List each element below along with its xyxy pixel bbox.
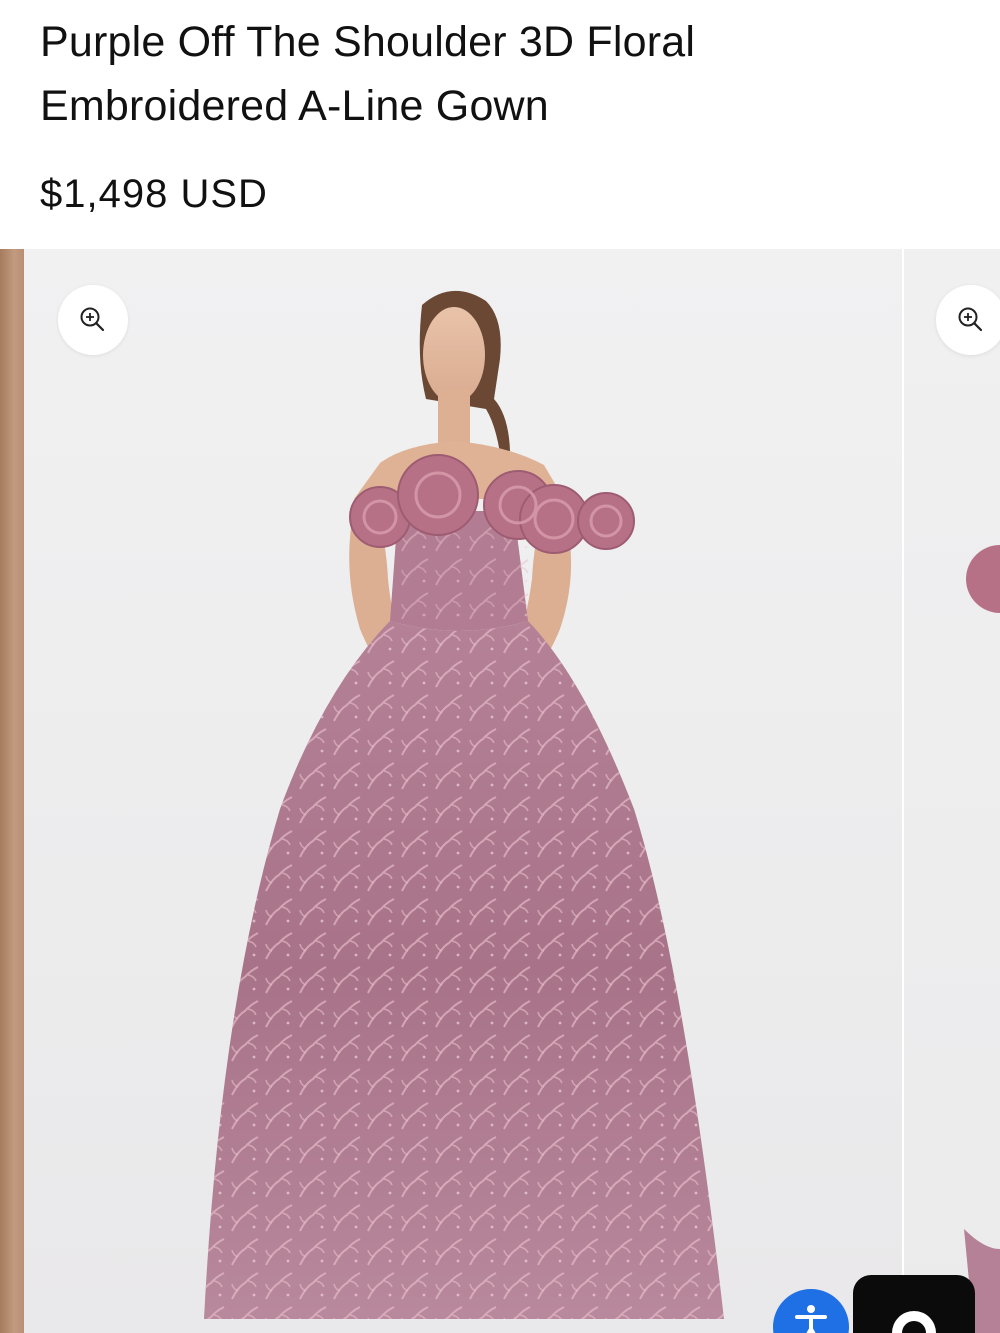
accessibility-icon bbox=[795, 1305, 827, 1333]
chat-button[interactable] bbox=[853, 1275, 975, 1333]
zoom-button-next[interactable] bbox=[936, 285, 1000, 355]
chat-icon bbox=[892, 1311, 936, 1333]
zoom-in-icon bbox=[958, 307, 983, 332]
product-image-main[interactable] bbox=[24, 249, 902, 1333]
zoom-in-icon bbox=[80, 307, 105, 332]
next-slide-peek[interactable] bbox=[904, 249, 1000, 1333]
product-page: Purple Off The Shoulder 3D Floral Embroi… bbox=[0, 0, 1000, 1333]
product-image-gallery[interactable] bbox=[0, 249, 1000, 1333]
product-title: Purple Off The Shoulder 3D Floral Embroi… bbox=[40, 18, 696, 130]
next-gown-photo bbox=[964, 545, 1000, 1333]
product-price: $1,498 USD bbox=[40, 172, 268, 216]
gown-photo bbox=[204, 290, 724, 1319]
zoom-button[interactable] bbox=[58, 285, 128, 355]
previous-slide-peek[interactable] bbox=[0, 249, 24, 1333]
